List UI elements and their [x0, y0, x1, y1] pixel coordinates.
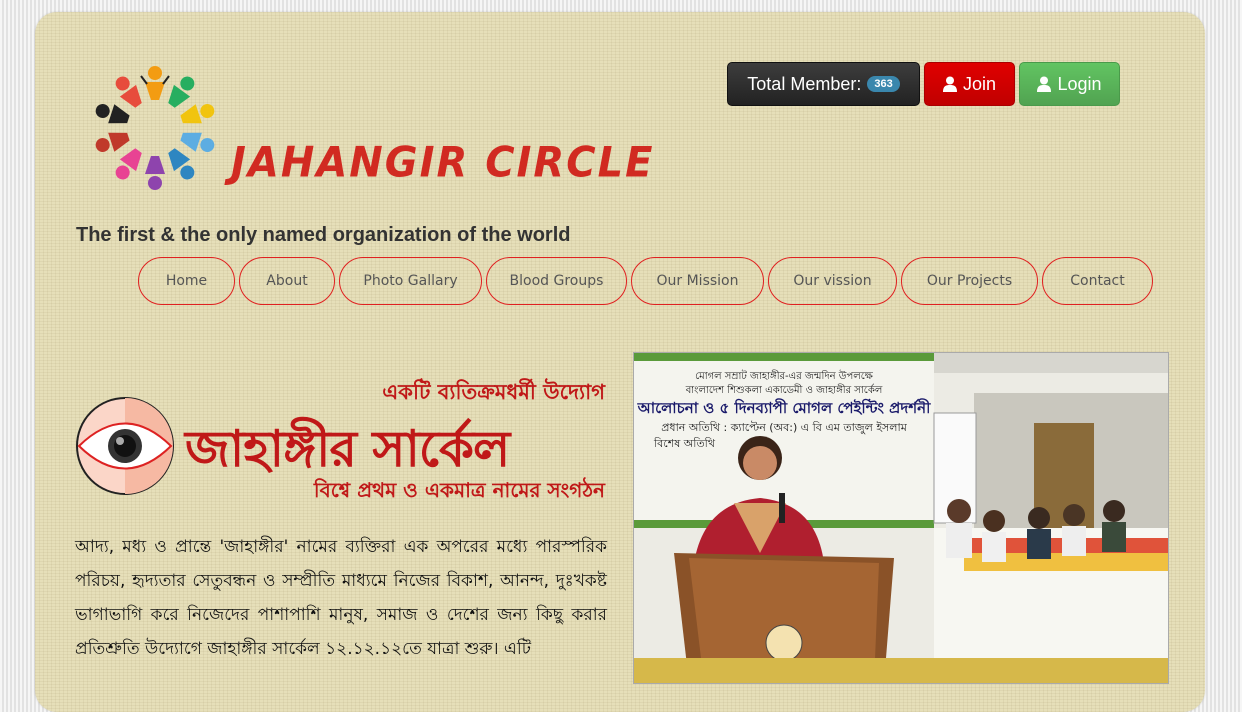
intro-paragraph: আদ্য, মধ্য ও প্রান্তে 'জাহাঙ্গীর' নামের … — [75, 537, 607, 659]
nav-our-mission[interactable]: Our Mission — [631, 257, 764, 305]
event-photo-illustration: মোগল সম্রাট জাহাঙ্গীর-এর জন্মদিন উপলক্ষে… — [634, 353, 1168, 683]
login-label: Login — [1057, 73, 1102, 94]
total-member-label: Total Member: — [747, 73, 862, 94]
nav-label: About — [266, 273, 308, 289]
nav-label: Blood Groups — [509, 273, 604, 289]
banner-line: মোগল সম্রাট জাহাঙ্গীর-এর জন্মদিন উপলক্ষে — [695, 369, 874, 382]
nav-our-projects[interactable]: Our Projects — [901, 257, 1038, 305]
banner-line: আলোচনা ও ৫ দিনব্যাপী মোগল পেইন্টিং প্রদর… — [637, 398, 931, 417]
user-icon — [942, 76, 957, 92]
eye-logo — [76, 397, 174, 495]
nav-blood-groups[interactable]: Blood Groups — [486, 257, 627, 305]
join-button[interactable]: Join — [924, 62, 1015, 106]
tagline: The first & the only named organization … — [76, 224, 571, 246]
nav-about[interactable]: About — [239, 257, 335, 305]
page-container: JAHANGIR CIRCLE The first & the only nam… — [35, 12, 1205, 712]
banner-line: প্রধান অতিথি : ক্যাপ্টেন (অব:) এ বি এম ত… — [661, 421, 908, 434]
slogan: একটি ব্যতিক্রমধর্মী উদ্যোগ — [382, 380, 605, 404]
nav-label: Our Mission — [656, 273, 739, 289]
banner-line: বিশেষ অতিথি — [653, 437, 716, 450]
banner-line: বাংলাদেশ শিশুকলা একাডেমী ও জাহাঙ্গীর সার… — [685, 383, 883, 396]
nav-photo-gallary[interactable]: Photo Gallary — [339, 257, 482, 305]
nav-label: Contact — [1070, 273, 1125, 289]
jahangir-circle-logo[interactable] — [85, 58, 225, 198]
nav-label: Our vission — [793, 273, 872, 289]
nav-label: Photo Gallary — [363, 273, 458, 289]
member-count-badge: 363 — [867, 76, 900, 92]
user-icon — [1037, 76, 1052, 92]
nav-contact[interactable]: Contact — [1042, 257, 1153, 305]
nav-our-vission[interactable]: Our vission — [768, 257, 897, 305]
login-button[interactable]: Login — [1019, 62, 1120, 106]
nav-label: Our Projects — [926, 273, 1013, 289]
event-photo[interactable]: মোগল সম্রাট জাহাঙ্গীর-এর জন্মদিন উপলক্ষে… — [633, 352, 1169, 684]
total-member-button[interactable]: Total Member: 363 — [727, 62, 920, 106]
nav-home[interactable]: Home — [138, 257, 235, 305]
brand-name: JAHANGIR CIRCLE — [231, 138, 655, 188]
bengali-subtitle: বিশ্বে প্রথম ও একমাত্র নামের সংগঠন — [313, 478, 605, 502]
join-label: Join — [962, 73, 997, 94]
nav-label: Home — [165, 273, 208, 289]
